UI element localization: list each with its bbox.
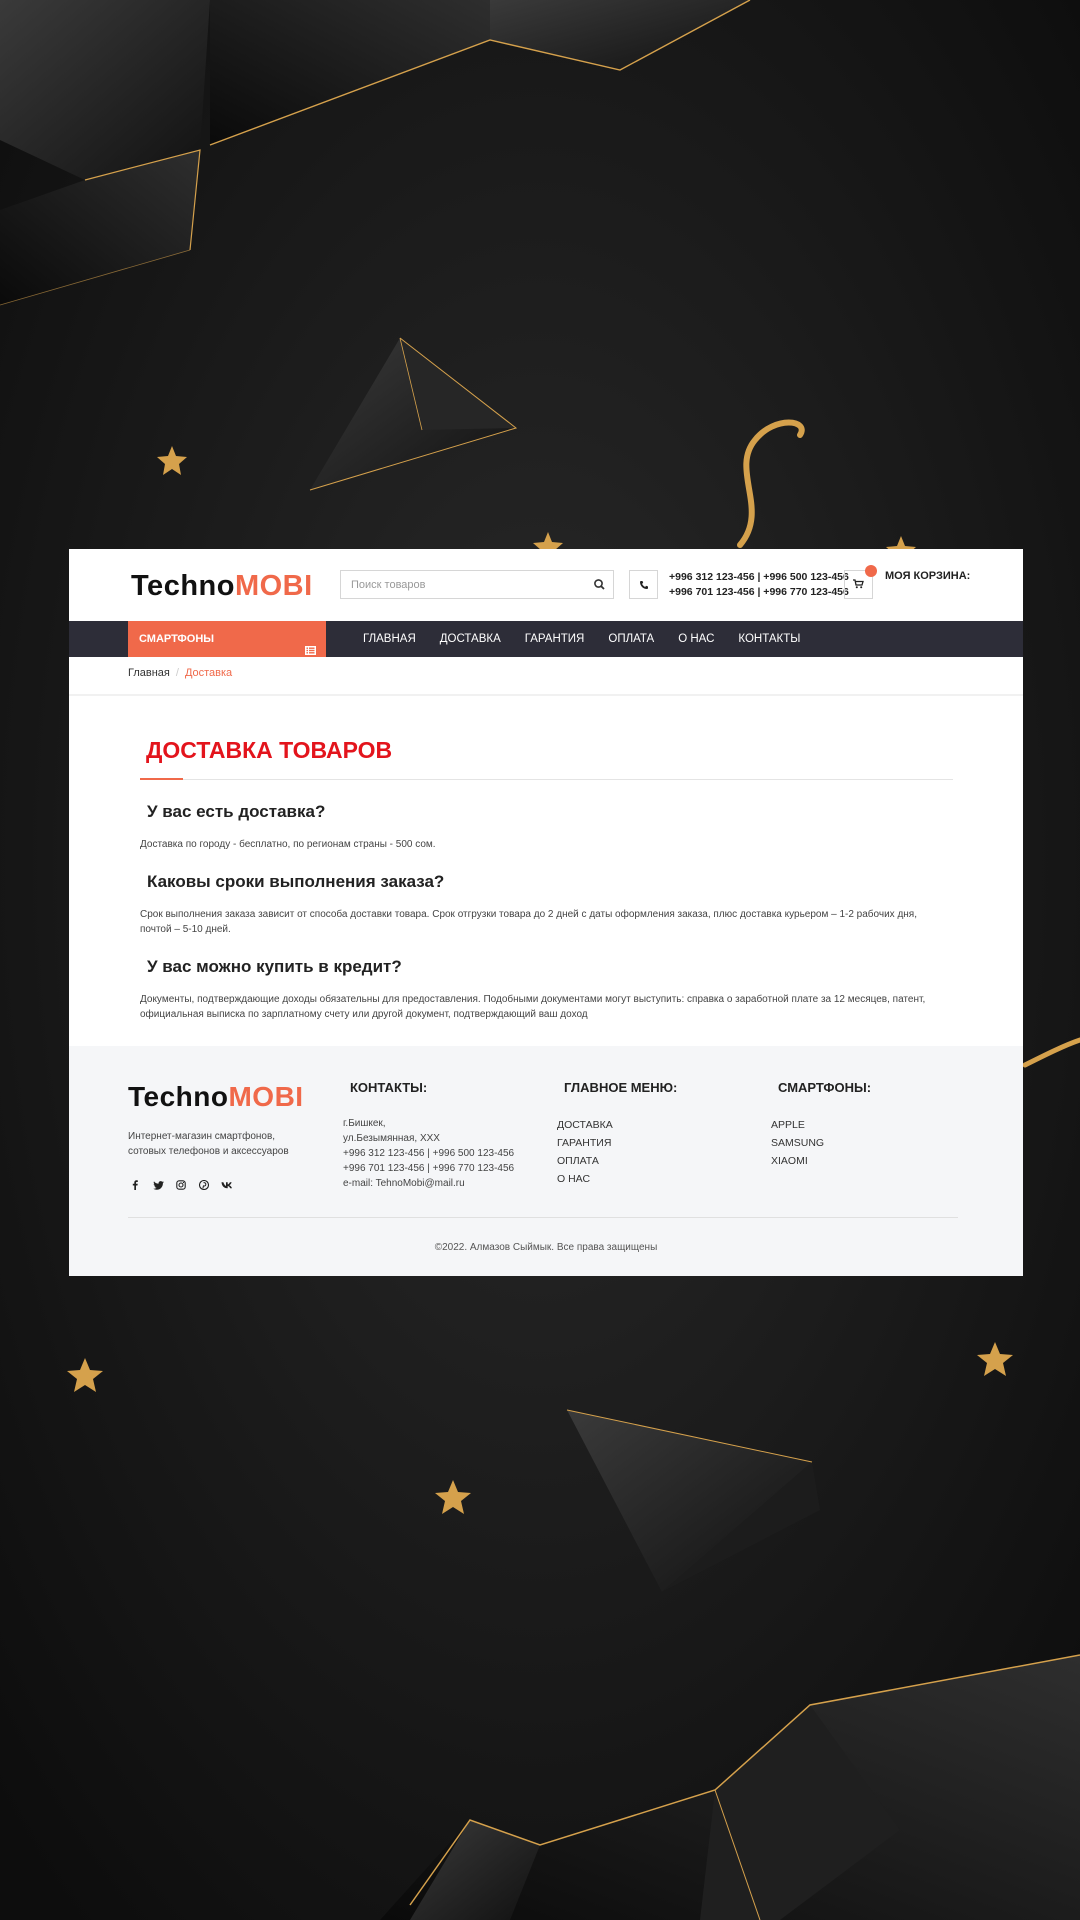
breadcrumb: Главная / Доставка bbox=[128, 667, 232, 679]
brand-apple[interactable]: APPLE bbox=[771, 1116, 824, 1134]
footer-logo[interactable]: TechnoMOBI bbox=[128, 1080, 304, 1114]
copyright: ©2022. Алмазов Сыймык. Все права защищен… bbox=[434, 1242, 658, 1253]
list-icon bbox=[305, 634, 316, 670]
category-menu-button[interactable]: СМАРТФОНЫ bbox=[128, 621, 326, 657]
faq-answer-3: Документы, подтверждающие доходы обязате… bbox=[140, 994, 926, 1020]
pinterest-icon[interactable] bbox=[197, 1178, 211, 1192]
footer: TechnoMOBI Интернет-магазин смартфонов, … bbox=[69, 1046, 1023, 1276]
footer-logo-mobi: MOBI bbox=[228, 1081, 304, 1112]
contact-city: г.Бишкек, bbox=[343, 1118, 386, 1129]
social-links bbox=[128, 1178, 243, 1192]
nav-link-warranty[interactable]: ГАРАНТИЯ bbox=[525, 621, 585, 657]
faq-question-2: Каковы сроки выполнения заказа? bbox=[147, 872, 445, 891]
footer-contacts-title: КОНТАКТЫ: bbox=[350, 1080, 428, 1095]
shard-top-left bbox=[0, 0, 210, 180]
footer-about-line-2: сотовых телефонов и аксессуаров bbox=[128, 1146, 289, 1157]
facebook-icon[interactable] bbox=[128, 1178, 142, 1192]
faq-question-1: У вас есть доставка? bbox=[147, 802, 326, 821]
footer-contacts: г.Бишкек, ул.Безымянная, XXX +996 312 12… bbox=[343, 1116, 514, 1191]
nav-link-payment[interactable]: ОПЛАТА bbox=[608, 621, 654, 657]
vk-icon[interactable] bbox=[220, 1178, 234, 1192]
header-phones: +996 312 123-456 | +996 500 123-456 +996… bbox=[669, 570, 849, 600]
nav-link-about[interactable]: О НАС bbox=[678, 621, 714, 657]
faq-question-3: У вас можно купить в кредит? bbox=[147, 957, 402, 976]
cart-button[interactable] bbox=[844, 565, 877, 599]
footer-logo-techno: Techno bbox=[128, 1081, 229, 1112]
footer-about: Интернет-магазин смартфонов, сотовых тел… bbox=[128, 1129, 298, 1159]
footer-menu-delivery[interactable]: ДОСТАВКА bbox=[557, 1116, 613, 1134]
search-input[interactable] bbox=[341, 571, 581, 598]
twitter-icon[interactable] bbox=[151, 1178, 165, 1192]
site-logo[interactable]: TechnoMOBI bbox=[131, 569, 313, 603]
main-nav: СМАРТФОНЫ ГЛАВНАЯ ДОСТАВКА ГАРАНТИЯ ОПЛА… bbox=[69, 621, 1023, 657]
search-box bbox=[340, 570, 614, 599]
footer-menu: ДОСТАВКА ГАРАНТИЯ ОПЛАТА О НАС bbox=[557, 1116, 613, 1188]
faq-answer-2: Срок выполнения заказа зависит от способ… bbox=[140, 909, 918, 935]
nav-link-contacts[interactable]: КОНТАКТЫ bbox=[738, 621, 800, 657]
logo-text-techno: Techno bbox=[131, 570, 235, 602]
breadcrumb-current: Доставка bbox=[184, 667, 233, 679]
contact-phones-1: +996 312 123-456 | +996 500 123-456 bbox=[343, 1148, 515, 1159]
logo-text-mobi: MOBI bbox=[234, 570, 313, 602]
faq-answer-1: Доставка по городу - бесплатно, по регио… bbox=[140, 839, 436, 850]
brand-samsung[interactable]: SAMSUNG bbox=[771, 1134, 824, 1152]
search-icon[interactable] bbox=[592, 577, 607, 592]
nav-link-home[interactable]: ГЛАВНАЯ bbox=[363, 621, 416, 657]
breadcrumb-divider bbox=[69, 694, 1023, 696]
phone-line-2: +996 701 123-456 | +996 770 123-456 bbox=[669, 586, 849, 598]
cart-badge bbox=[865, 565, 877, 577]
cart-icon bbox=[853, 576, 864, 594]
footer-menu-about[interactable]: О НАС bbox=[557, 1170, 613, 1188]
footer-smartphones: APPLE SAMSUNG XIAOMI bbox=[771, 1116, 824, 1170]
contact-email[interactable]: e-mail: TehnoMobi@mail.ru bbox=[343, 1176, 514, 1191]
footer-menu-title: ГЛАВНОЕ МЕНЮ: bbox=[564, 1080, 678, 1095]
instagram-icon[interactable] bbox=[174, 1178, 188, 1192]
nav-link-delivery[interactable]: ДОСТАВКА bbox=[440, 621, 501, 657]
phone-line-1: +996 312 123-456 | +996 500 123-456 bbox=[669, 571, 849, 583]
footer-menu-warranty[interactable]: ГАРАНТИЯ bbox=[557, 1134, 613, 1152]
breadcrumb-separator: / bbox=[175, 667, 179, 679]
contact-street: ул.Безымянная, XXX bbox=[343, 1133, 440, 1144]
footer-smartphones-title: СМАРТФОНЫ: bbox=[778, 1080, 872, 1095]
contact-phones-2: +996 701 123-456 | +996 770 123-456 bbox=[343, 1163, 515, 1174]
header: TechnoMOBI +996 312 123-456 | +996 500 1… bbox=[69, 549, 1023, 621]
brand-xiaomi[interactable]: XIAOMI bbox=[771, 1152, 824, 1170]
category-menu-label: СМАРТФОНЫ bbox=[139, 633, 215, 645]
title-divider bbox=[140, 779, 953, 780]
footer-menu-payment[interactable]: ОПЛАТА bbox=[557, 1152, 613, 1170]
title-accent bbox=[140, 778, 183, 780]
phone-icon[interactable] bbox=[629, 570, 658, 599]
site-window: TechnoMOBI +996 312 123-456 | +996 500 1… bbox=[69, 549, 1023, 1276]
footer-divider bbox=[128, 1217, 958, 1218]
footer-about-line-1: Интернет-магазин смартфонов, bbox=[128, 1131, 276, 1142]
nav-links: ГЛАВНАЯ ДОСТАВКА ГАРАНТИЯ ОПЛАТА О НАС К… bbox=[363, 621, 824, 657]
page-title: ДОСТАВКА ТОВАРОВ bbox=[146, 737, 393, 763]
breadcrumb-home[interactable]: Главная bbox=[128, 667, 170, 679]
cart-label[interactable]: МОЯ КОРЗИНА: bbox=[885, 570, 970, 582]
